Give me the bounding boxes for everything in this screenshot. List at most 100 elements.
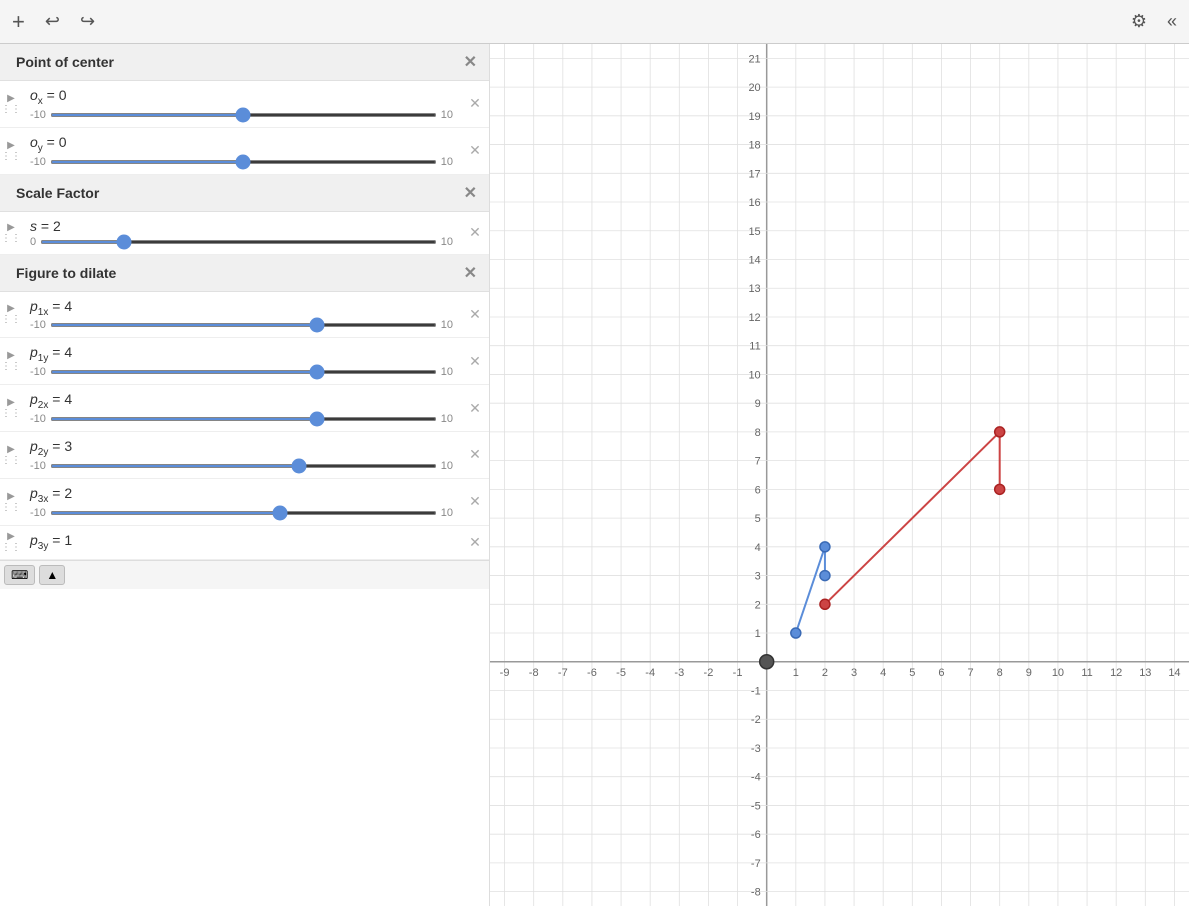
slider-container-s: 0 10	[30, 236, 453, 248]
slider-container-oy: -10 10	[30, 156, 453, 168]
svg-text:-3: -3	[751, 743, 761, 755]
play-icon-p1x: ▶	[7, 303, 15, 314]
row-content-ox: ox = 0 -10 10	[22, 83, 461, 125]
svg-text:-7: -7	[558, 667, 568, 679]
expr-text-p3y: p3y = 1	[30, 532, 453, 552]
expr-text-p2x: p2x = 4	[30, 391, 453, 411]
slider-container-p1x: -10 10	[30, 319, 453, 331]
redo-button[interactable]: ↪	[76, 7, 99, 36]
close-p3x[interactable]: ✕	[461, 493, 489, 510]
row-content-p2x: p2x = 4 -10 10	[22, 387, 461, 429]
undo-button[interactable]: ↩	[41, 7, 64, 36]
row-side-ox[interactable]: ▶ ⋮⋮	[0, 91, 22, 117]
row-content-s: s = 2 0 10	[22, 214, 461, 252]
close-s[interactable]: ✕	[461, 224, 489, 241]
expr-row-oy: ▶ ⋮⋮ oy = 0 -10 10 ✕	[0, 128, 489, 175]
row-side-p3x[interactable]: ▶ ⋮⋮	[0, 489, 22, 515]
drag-icon-p3x: ⋮⋮	[1, 502, 21, 513]
svg-text:15: 15	[748, 226, 760, 238]
settings-button[interactable]: ⚙	[1127, 7, 1151, 36]
keyboard-button[interactable]: ⌨	[4, 565, 35, 585]
expr-text-p3x: p3x = 2	[30, 485, 453, 505]
slider-max-oy: 10	[441, 156, 453, 168]
drag-icon-oy: ⋮⋮	[1, 151, 21, 162]
graph-area[interactable]: -9-8-7-6-5-4-3-2-11234567891011121314-8-…	[490, 44, 1189, 906]
svg-text:21: 21	[748, 53, 760, 65]
svg-text:9: 9	[755, 398, 761, 410]
svg-text:5: 5	[909, 667, 915, 679]
graph-svg: -9-8-7-6-5-4-3-2-11234567891011121314-8-…	[490, 44, 1189, 906]
row-side-oy[interactable]: ▶ ⋮⋮	[0, 138, 22, 164]
expr-text-p1x: p1x = 4	[30, 298, 453, 318]
row-side-p1x[interactable]: ▶ ⋮⋮	[0, 301, 22, 327]
slider-container-p1y: -10 10	[30, 366, 453, 378]
close-p2x[interactable]: ✕	[461, 400, 489, 417]
play-icon-p2x: ▶	[7, 397, 15, 408]
svg-text:-2: -2	[751, 714, 761, 726]
section-label-point-of-center: Point of center	[16, 54, 114, 70]
row-side-p3y[interactable]: ▶ ⋮⋮	[0, 529, 22, 555]
svg-text:19: 19	[748, 111, 760, 123]
play-icon-p3y: ▶	[7, 531, 15, 542]
row-content-p2y: p2y = 3 -10 10	[22, 434, 461, 476]
slider-min-s: 0	[30, 236, 36, 248]
slider-p1x[interactable]	[50, 323, 437, 327]
slider-p2y[interactable]	[50, 464, 437, 468]
close-p1x[interactable]: ✕	[461, 306, 489, 323]
slider-max-p2y: 10	[441, 460, 453, 472]
svg-text:6: 6	[938, 667, 944, 679]
svg-text:10: 10	[748, 369, 760, 381]
row-content-p3y: p3y = 1	[22, 528, 461, 558]
svg-text:5: 5	[755, 513, 761, 525]
svg-text:12: 12	[748, 312, 760, 324]
close-p3y[interactable]: ✕	[461, 534, 489, 551]
section-label-scale-factor: Scale Factor	[16, 185, 99, 201]
close-p1y[interactable]: ✕	[461, 353, 489, 370]
slider-min-p2x: -10	[30, 413, 46, 425]
expr-row-ox: ▶ ⋮⋮ ox = 0 -10 10 ✕	[0, 81, 489, 128]
expr-text-s: s = 2	[30, 218, 453, 234]
row-side-p2y[interactable]: ▶ ⋮⋮	[0, 442, 22, 468]
slider-container-p2y: -10 10	[30, 460, 453, 472]
svg-text:20: 20	[748, 82, 760, 94]
drag-icon-p1y: ⋮⋮	[1, 361, 21, 372]
row-side-p2x[interactable]: ▶ ⋮⋮	[0, 395, 22, 421]
close-ox[interactable]: ✕	[461, 95, 489, 112]
svg-text:13: 13	[1139, 667, 1151, 679]
row-side-s[interactable]: ▶ ⋮⋮	[0, 220, 22, 246]
slider-ox[interactable]	[50, 113, 437, 117]
slider-s[interactable]	[40, 240, 437, 244]
add-button[interactable]: +	[8, 9, 29, 35]
slider-container-p3x: -10 10	[30, 507, 453, 519]
slider-container-ox: -10 10	[30, 109, 453, 121]
up-button[interactable]: ▲	[39, 565, 65, 585]
close-section-scale-factor[interactable]: ✕	[464, 183, 477, 203]
expr-text-ox: ox = 0	[30, 87, 453, 107]
close-section-point-of-center[interactable]: ✕	[464, 52, 477, 72]
svg-text:-4: -4	[751, 772, 761, 784]
expr-row-p3x: ▶ ⋮⋮ p3x = 2 -10 10 ✕	[0, 479, 489, 526]
slider-oy[interactable]	[50, 160, 437, 164]
collapse-button[interactable]: «	[1163, 7, 1181, 36]
slider-p3x[interactable]	[50, 511, 437, 515]
play-icon-ox: ▶	[7, 93, 15, 104]
close-p2y[interactable]: ✕	[461, 446, 489, 463]
svg-text:16: 16	[748, 197, 760, 209]
section-figure-to-dilate: Figure to dilate ✕	[0, 255, 489, 292]
slider-min-p2y: -10	[30, 460, 46, 472]
svg-text:18: 18	[748, 140, 760, 152]
close-oy[interactable]: ✕	[461, 142, 489, 159]
slider-p2x[interactable]	[50, 417, 437, 421]
slider-min-ox: -10	[30, 109, 46, 121]
row-content-oy: oy = 0 -10 10	[22, 130, 461, 172]
play-icon-p1y: ▶	[7, 350, 15, 361]
section-label-figure-to-dilate: Figure to dilate	[16, 265, 116, 281]
slider-min-p3x: -10	[30, 507, 46, 519]
slider-p1y[interactable]	[50, 370, 437, 374]
close-section-figure[interactable]: ✕	[464, 263, 477, 283]
svg-text:4: 4	[880, 667, 886, 679]
drag-icon-p1x: ⋮⋮	[1, 314, 21, 325]
expr-row-s: ▶ ⋮⋮ s = 2 0 10 ✕	[0, 212, 489, 255]
svg-text:2: 2	[822, 667, 828, 679]
row-side-p1y[interactable]: ▶ ⋮⋮	[0, 348, 22, 374]
